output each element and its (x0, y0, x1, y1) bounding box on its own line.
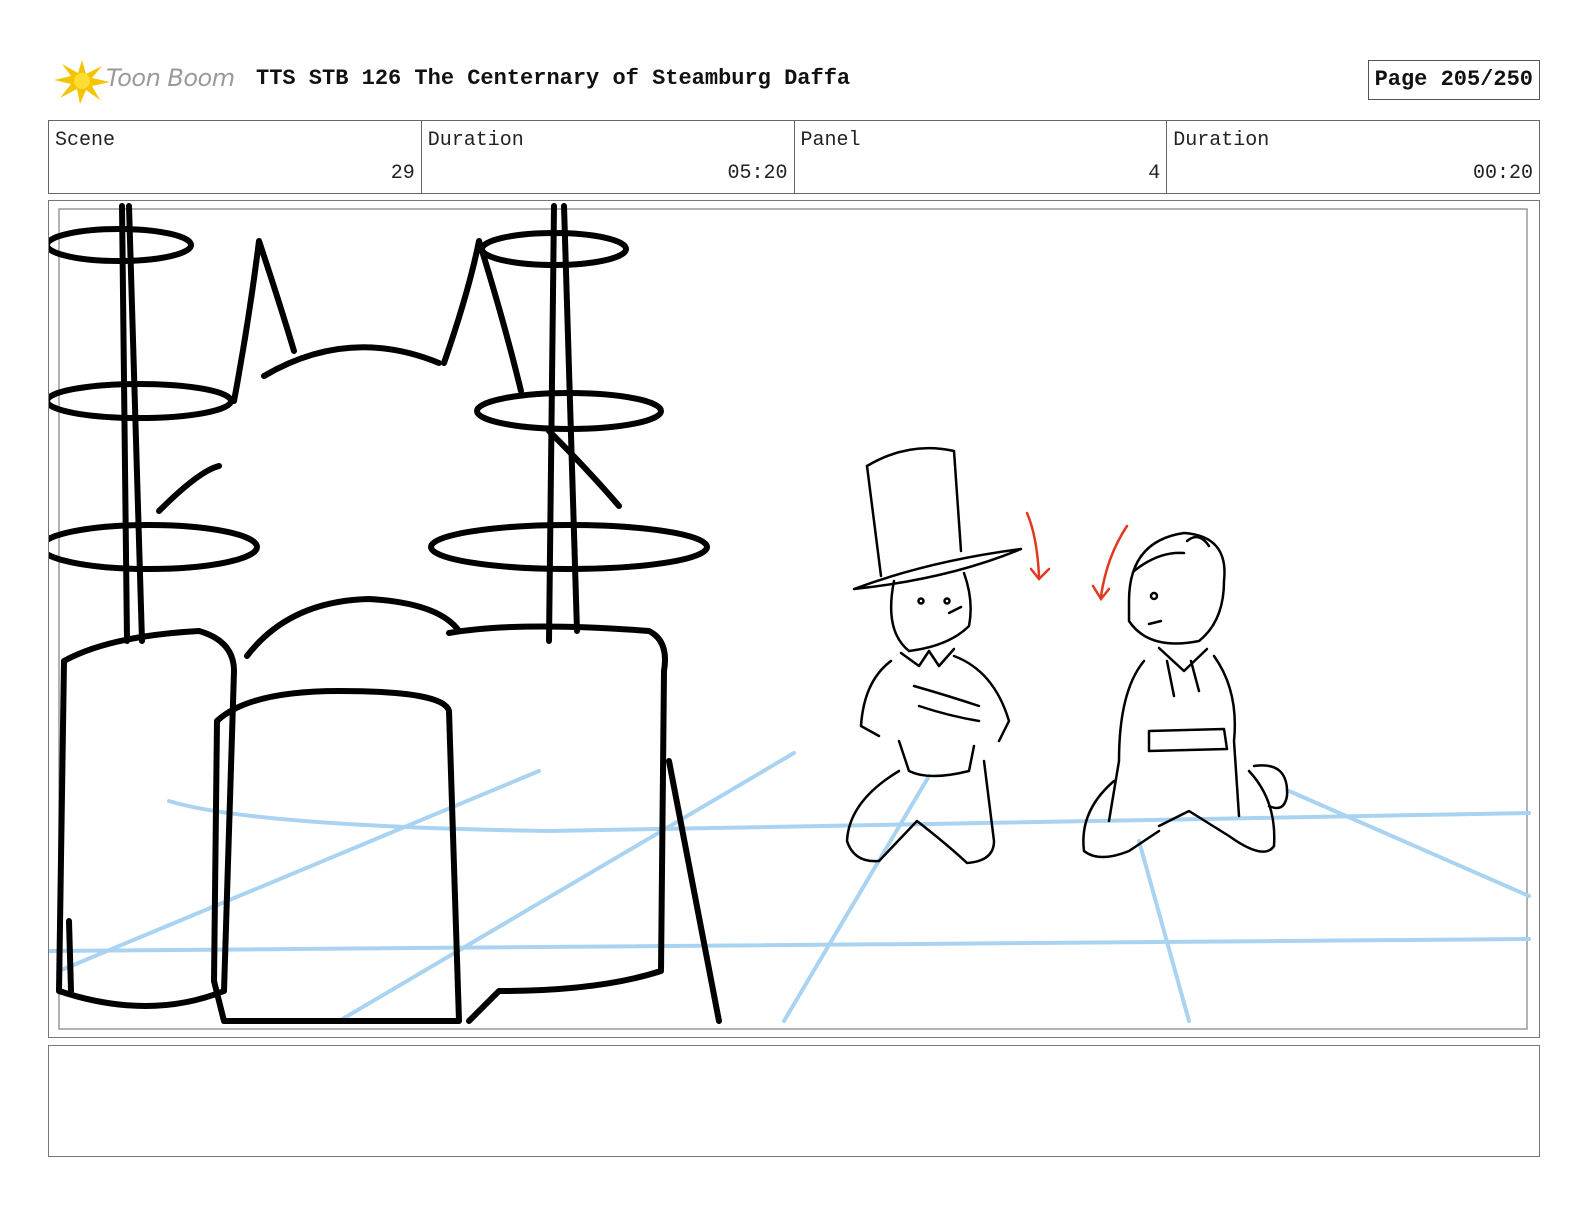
scene-cell: Scene 29 (49, 121, 422, 193)
star-burst-icon (54, 60, 110, 104)
perspective-guides (49, 751, 1531, 1023)
logo-wordmark: Toon Boom (106, 64, 235, 92)
panel-duration-cell: Duration 00:20 (1167, 121, 1539, 193)
scene-duration-cell: Duration 05:20 (422, 121, 795, 193)
safe-frame (58, 208, 1528, 1030)
storyboard-panel-image (48, 200, 1540, 1038)
girl-character-sketch (1082, 531, 1289, 859)
foreground-characters-sketch (49, 203, 722, 1024)
sketch-drawing (49, 203, 1531, 1030)
page-indicator: Page 205/250 (1367, 60, 1540, 100)
panel-info-row: Scene 29 Duration 05:20 Panel 4 Duration… (48, 120, 1540, 194)
arrow-down-left-icon (1099, 524, 1129, 598)
scene-value: 29 (390, 162, 415, 185)
storyboard-header: Toon Boom TTS STB 126 The Centernary of … (48, 54, 1540, 108)
panel-duration-label: Duration (1173, 129, 1270, 152)
top-hat-character-sketch (845, 446, 1023, 865)
document-title: TTS STB 126 The Centernary of Steamburg … (256, 66, 851, 91)
direction-arrows (1025, 511, 1129, 602)
panel-label: Panel (800, 129, 861, 152)
arrow-down-icon (1025, 511, 1041, 578)
panel-cell: Panel 4 (795, 121, 1168, 193)
panel-value: 4 (1148, 162, 1161, 185)
scene-duration-label: Duration (427, 129, 524, 152)
toon-boom-logo: Toon Boom (52, 56, 242, 106)
scene-duration-value: 05:20 (727, 162, 788, 185)
notes-box (48, 1045, 1540, 1157)
panel-duration-value: 00:20 (1472, 162, 1533, 185)
scene-label: Scene (55, 129, 116, 152)
